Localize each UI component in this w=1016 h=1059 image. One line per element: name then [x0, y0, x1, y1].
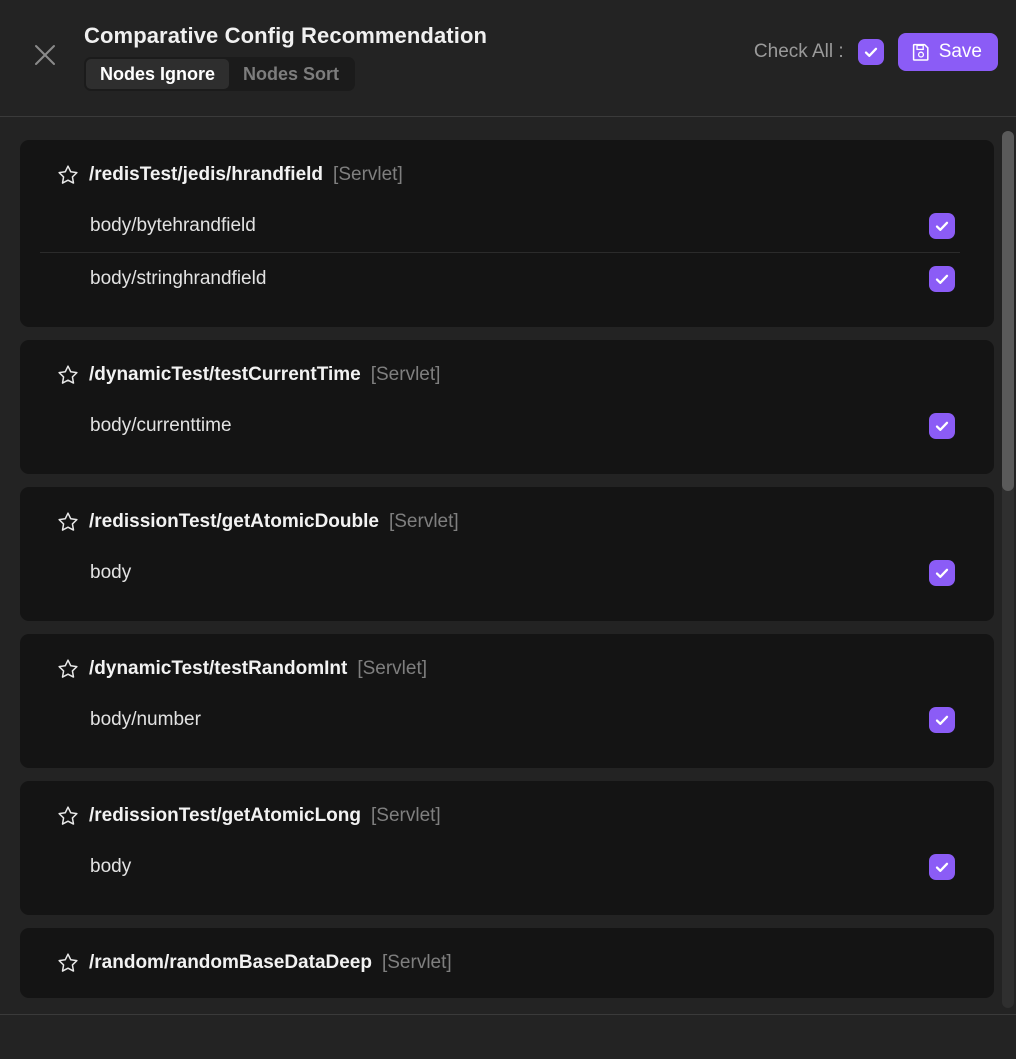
config-card-path: /redisTest/jedis/hrandfield	[89, 164, 324, 185]
config-row-checkbox[interactable]	[929, 412, 955, 439]
star-outline-icon[interactable]	[57, 364, 79, 386]
config-card-header: /redissionTest/getAtomicLong [Servlet]	[20, 799, 994, 833]
config-row-list: body/bytehrandfield body/stringhrandfield	[20, 199, 994, 305]
config-row[interactable]: body/bytehrandfield	[20, 199, 994, 252]
config-row-list: body	[20, 546, 994, 599]
check-all-checkbox[interactable]	[857, 39, 884, 65]
config-card-type: [Servlet]	[371, 805, 441, 826]
config-card-header: /redisTest/jedis/hrandfield [Servlet]	[20, 158, 994, 192]
header-actions: Check All : Save	[754, 33, 998, 71]
config-list-scroll-area[interactable]: /redisTest/jedis/hrandfield [Servlet] body…	[0, 117, 1016, 1014]
config-card-type: [Servlet]	[333, 164, 403, 185]
config-row-label: body/bytehrandfield	[90, 214, 256, 236]
config-card-header: /dynamicTest/testCurrentTime [Servlet]	[20, 358, 994, 392]
config-row-label: body/currenttime	[90, 414, 232, 436]
config-row[interactable]: body/currenttime	[20, 399, 994, 452]
config-card-list: /redisTest/jedis/hrandfield [Servlet] body…	[0, 117, 996, 998]
config-card-header: /redissionTest/getAtomicDouble [Servlet]	[20, 505, 994, 539]
save-floppy-icon	[911, 42, 931, 62]
star-outline-icon[interactable]	[57, 164, 79, 186]
config-card-type: [Servlet]	[381, 952, 452, 973]
comparative-config-recommendation-dialog: Comparative Config Recommendation Nodes …	[0, 0, 1016, 1059]
star-outline-icon[interactable]	[57, 511, 79, 533]
config-card-type: [Servlet]	[357, 658, 428, 679]
config-row-label: body/stringhrandfield	[90, 267, 267, 289]
config-row-checkbox[interactable]	[929, 212, 955, 239]
config-row-checkbox[interactable]	[929, 706, 955, 733]
config-row-checkbox[interactable]	[929, 559, 955, 586]
config-row[interactable]: body/number	[20, 693, 994, 746]
config-card-type: [Servlet]	[388, 511, 459, 532]
config-row-label: body	[90, 855, 132, 877]
config-card-path: /random/randomBaseDataDeep	[89, 952, 372, 973]
close-icon[interactable]	[28, 38, 62, 72]
config-row-label: body/number	[90, 708, 201, 730]
config-card-path: /dynamicTest/testCurrentTime	[89, 364, 361, 385]
config-card: /redisTest/jedis/hrandfield [Servlet] body…	[20, 140, 994, 327]
save-button-label: Save	[938, 41, 982, 62]
config-card-path: /redissionTest/getAtomicDouble	[89, 511, 379, 532]
star-outline-icon[interactable]	[57, 805, 79, 827]
check-all-label: Check All :	[753, 41, 844, 62]
config-card-header: /random/randomBaseDataDeep [Servlet]	[20, 946, 994, 980]
title-block: Comparative Config Recommendation Nodes …	[84, 22, 487, 91]
config-row[interactable]: body/stringhrandfield	[20, 252, 994, 305]
config-row-list: body	[20, 840, 994, 893]
config-card-path: /redissionTest/getAtomicLong	[89, 805, 362, 826]
config-row[interactable]: body	[20, 546, 994, 599]
tab-bar: Nodes Ignore Nodes Sort	[84, 57, 356, 91]
config-card: /random/randomBaseDataDeep [Servlet]	[20, 928, 994, 998]
config-card-type: [Servlet]	[370, 364, 441, 385]
config-card: /redissionTest/getAtomicDouble [Servlet] b…	[20, 487, 994, 621]
dialog-header: Comparative Config Recommendation Nodes …	[0, 0, 1016, 117]
vertical-scrollbar[interactable]	[1002, 131, 1014, 1008]
tab-nodes-sort[interactable]: Nodes Sort	[229, 59, 353, 89]
save-button[interactable]: Save	[897, 33, 998, 71]
star-outline-icon[interactable]	[57, 952, 79, 974]
config-row-list: body/number	[20, 693, 994, 746]
star-outline-icon[interactable]	[57, 658, 79, 680]
config-row-list: body/currenttime	[20, 399, 994, 452]
config-card-path: /dynamicTest/testRandomInt	[89, 658, 348, 679]
config-card: /dynamicTest/testRandomInt [Servlet] body/…	[20, 634, 994, 768]
config-row-checkbox[interactable]	[929, 853, 955, 880]
tab-nodes-ignore[interactable]: Nodes Ignore	[86, 59, 230, 89]
vertical-scrollbar-thumb[interactable]	[1002, 131, 1014, 491]
config-row-label: body	[90, 561, 132, 583]
config-card: /redissionTest/getAtomicLong [Servlet] bod…	[20, 781, 994, 915]
config-card: /dynamicTest/testCurrentTime [Servlet] bod…	[20, 340, 994, 474]
page-title: Comparative Config Recommendation	[84, 23, 488, 48]
config-card-header: /dynamicTest/testRandomInt [Servlet]	[20, 652, 994, 686]
config-row-checkbox[interactable]	[929, 265, 955, 292]
dialog-footer	[0, 1014, 1016, 1059]
config-row[interactable]: body	[20, 840, 994, 893]
